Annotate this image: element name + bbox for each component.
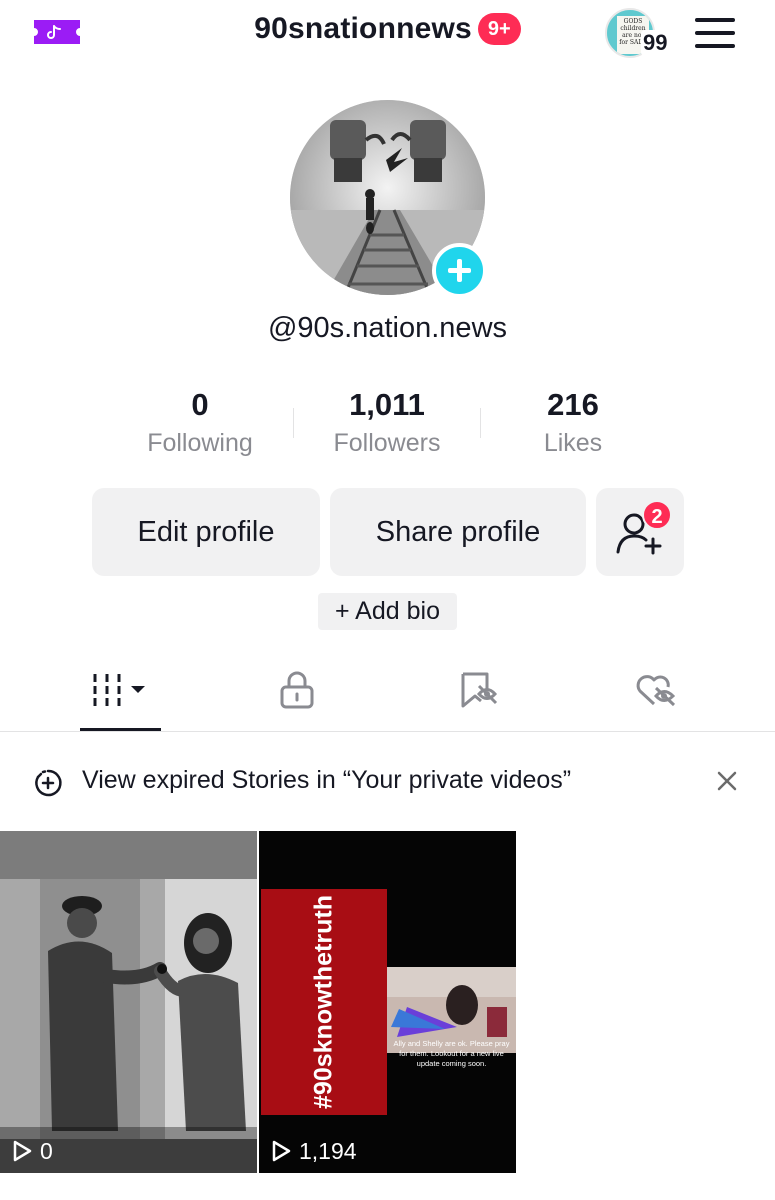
banner-text: View expired Stories in “Your private vi… — [82, 766, 572, 794]
share-profile-button[interactable]: Share profile — [330, 488, 586, 576]
add-user-icon — [616, 513, 662, 555]
likes-count: 216 — [547, 387, 599, 422]
friend-requests-badge: 2 — [642, 500, 672, 530]
view-count: 0 — [12, 1135, 53, 1164]
stat-following[interactable]: 0 Following — [100, 385, 300, 458]
video-hashtag: #90sknowthetruth — [309, 895, 338, 1109]
play-icon — [272, 1140, 291, 1162]
video-thumbnail[interactable]: #90sknowthetruth Ally and Shelly are ok.… — [259, 831, 516, 1173]
videos-grid-icon — [93, 674, 145, 706]
lock-icon — [280, 671, 314, 709]
liked-hidden-icon — [636, 675, 676, 707]
followers-label: Followers — [333, 429, 441, 457]
active-tab-indicator — [80, 728, 161, 731]
add-photo-button[interactable] — [432, 243, 487, 298]
video-overlay: 1,194 — [259, 1127, 516, 1173]
likes-label: Likes — [543, 429, 603, 457]
video-overlay: 0 — [0, 1127, 257, 1173]
tab-videos[interactable] — [45, 650, 195, 732]
profile-handle: @90s.nation.news — [267, 312, 508, 344]
view-count-value: 0 — [40, 1137, 53, 1164]
notification-badge: 9+ — [477, 13, 521, 45]
expired-stories-banner[interactable]: View expired Stories in “Your private vi… — [0, 732, 775, 830]
following-label: Following — [147, 429, 253, 457]
video-thumbnail[interactable]: 0 — [0, 831, 257, 1173]
add-friends-button[interactable]: 2 — [596, 488, 684, 576]
edit-profile-button[interactable]: Edit profile — [92, 488, 320, 576]
video-1-image — [0, 831, 257, 1173]
following-count: 0 — [191, 387, 209, 422]
top-bar: 90snationnews 9+ GODS children are not fo… — [0, 0, 775, 70]
story-add-icon — [35, 769, 62, 797]
followers-count: 1,011 — [349, 387, 425, 422]
account-name[interactable]: 90snationnews — [254, 12, 472, 45]
profile-tabs — [0, 650, 775, 732]
story-count-badge: 99 — [641, 30, 670, 56]
video-red-panel: #90sknowthetruth — [261, 889, 387, 1115]
close-icon[interactable] — [714, 768, 740, 794]
view-count: 1,194 — [271, 1135, 357, 1164]
tab-saved[interactable] — [403, 650, 553, 732]
menu-icon[interactable] — [695, 18, 735, 48]
video-caption: Ally and Shelly are ok. Please pray for … — [393, 1039, 510, 1068]
stat-followers[interactable]: 1,011 Followers — [287, 385, 487, 458]
saved-hidden-icon — [461, 672, 498, 708]
view-count-value: 1,194 — [299, 1137, 357, 1164]
add-bio-button[interactable]: + Add bio — [318, 593, 457, 630]
tab-private[interactable] — [222, 650, 372, 732]
tab-liked[interactable] — [580, 650, 730, 732]
play-icon — [13, 1140, 32, 1162]
stat-likes[interactable]: 216 Likes — [473, 385, 673, 458]
